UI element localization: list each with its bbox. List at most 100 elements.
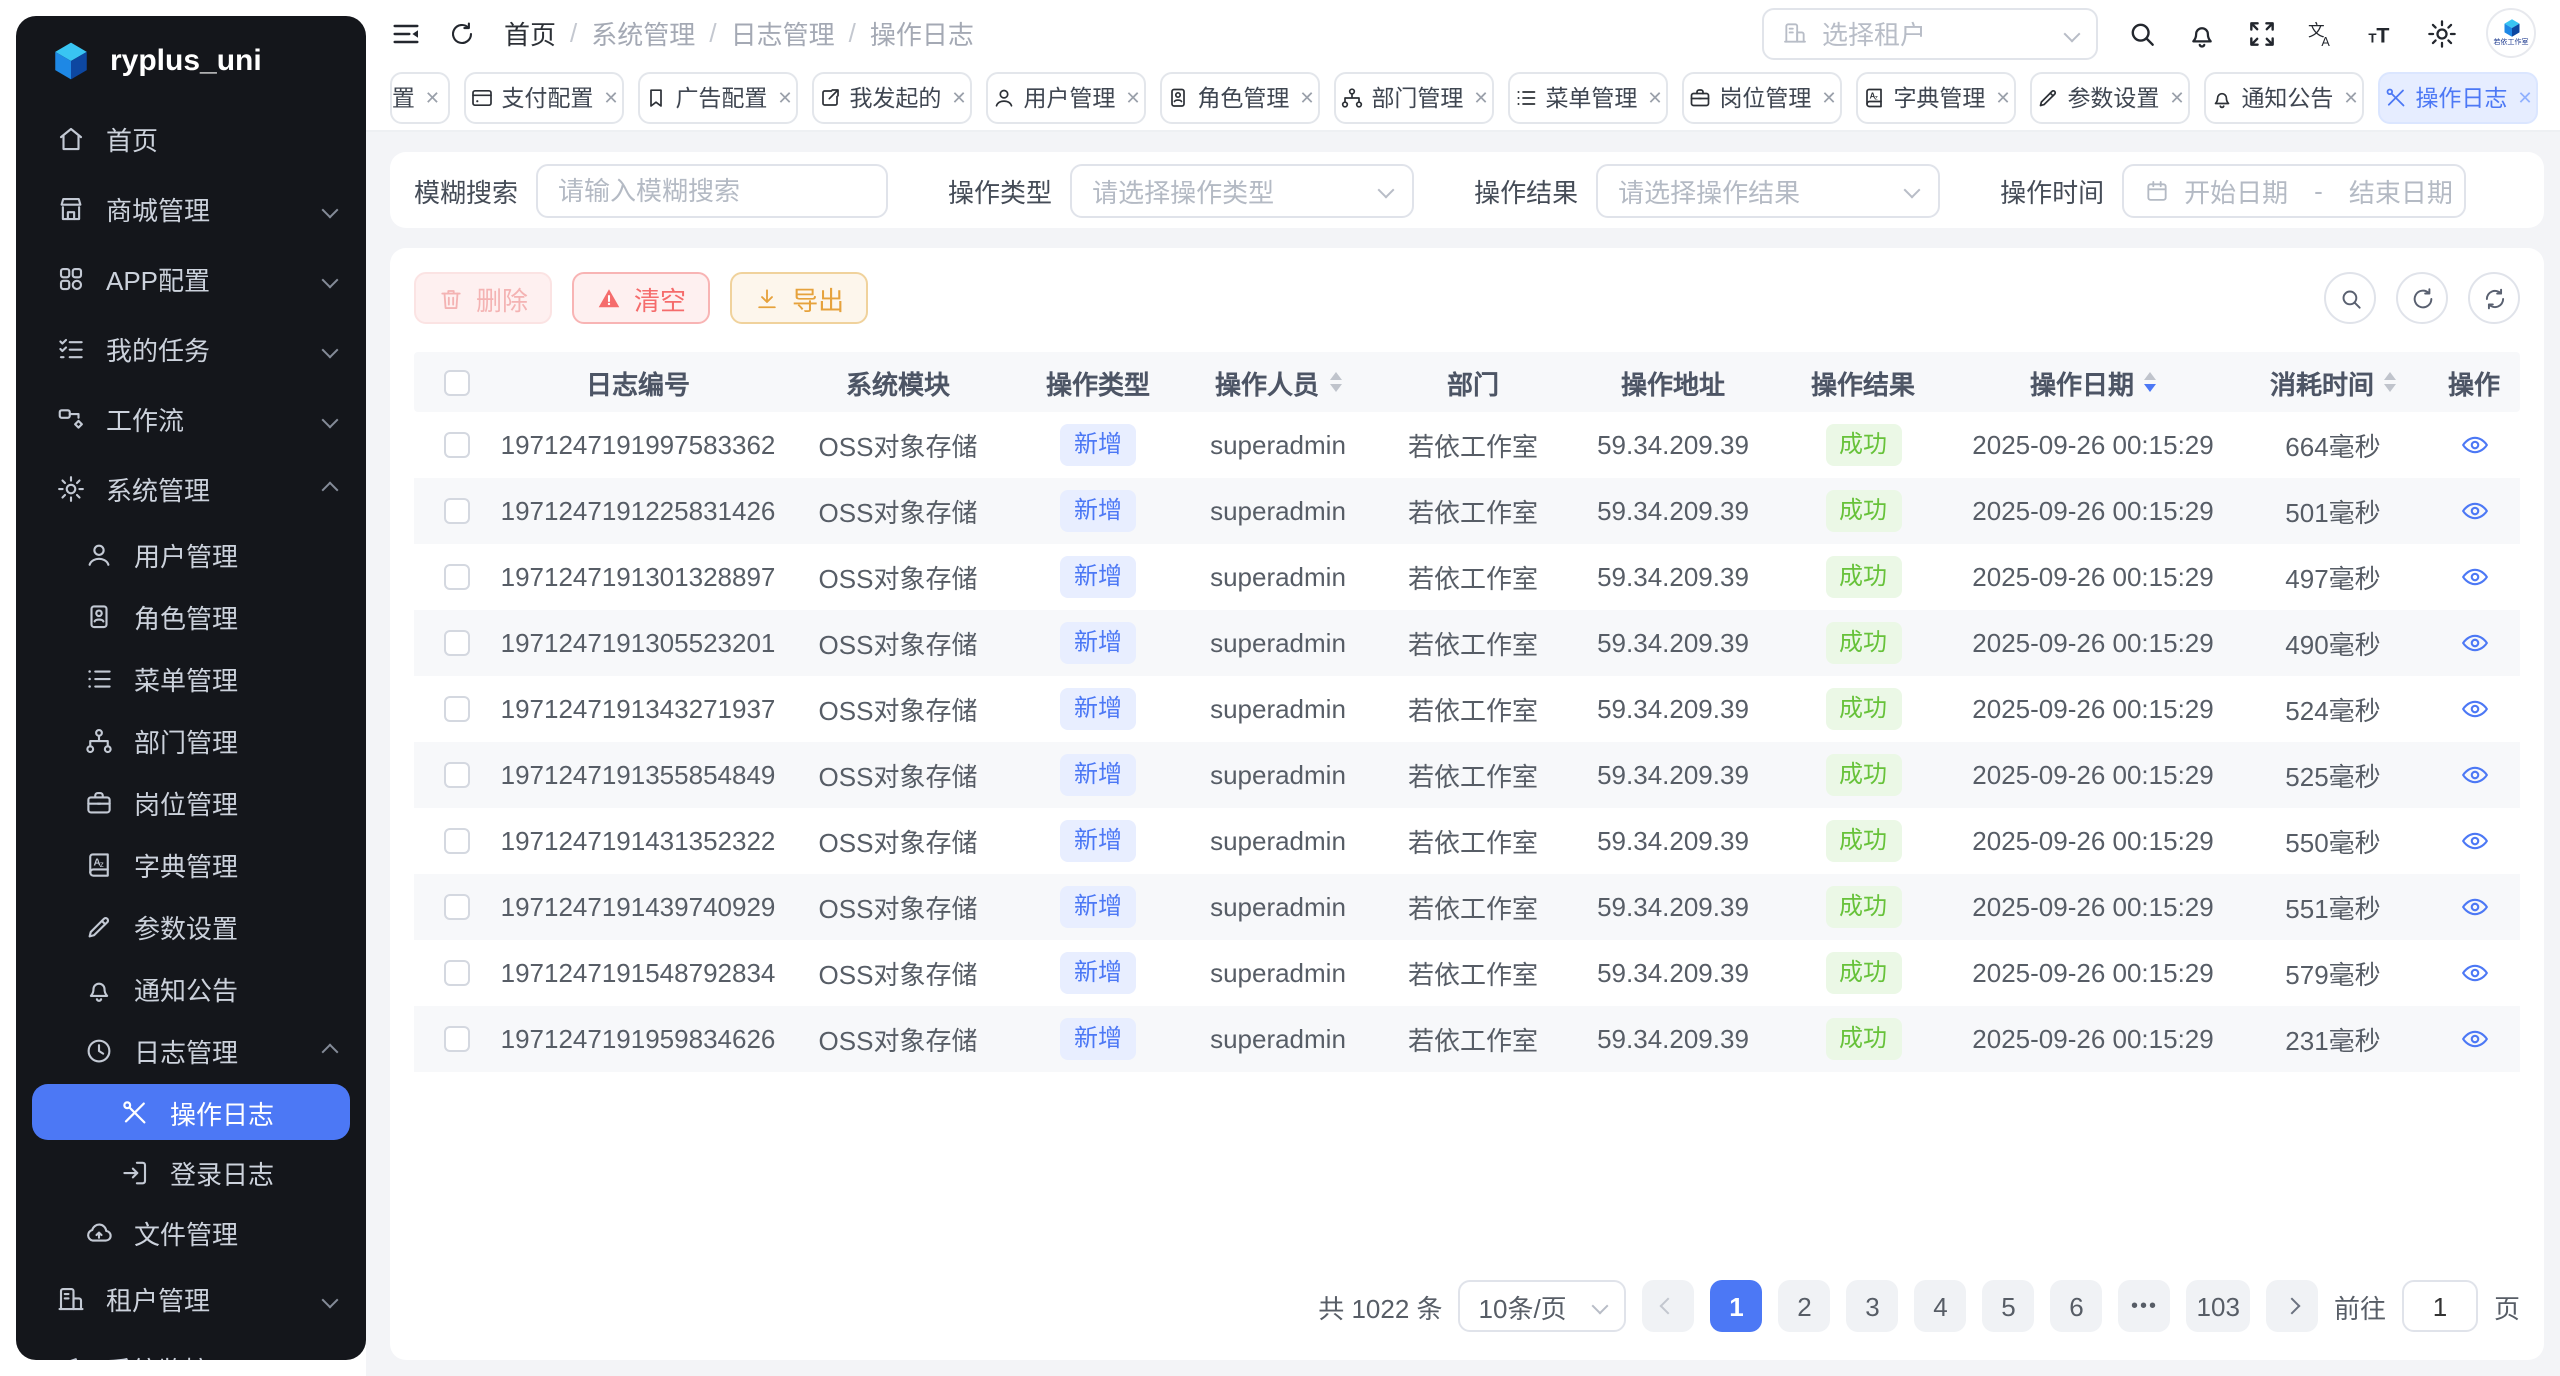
fullscreen-button[interactable] bbox=[2246, 17, 2278, 49]
sidebar-item-system[interactable]: 系统管理 bbox=[16, 454, 366, 524]
view-detail-icon[interactable] bbox=[2459, 892, 2489, 922]
view-detail-icon[interactable] bbox=[2459, 562, 2489, 592]
tab-my-initiated[interactable]: 我发起的✕ bbox=[812, 72, 972, 124]
sidebar-item-mall[interactable]: 商城管理 bbox=[16, 174, 366, 244]
delete-button[interactable]: 删除 bbox=[414, 272, 552, 324]
sort-icons[interactable] bbox=[2144, 372, 2156, 393]
row-checkbox[interactable] bbox=[443, 894, 469, 920]
close-icon[interactable]: ✕ bbox=[1821, 87, 1836, 109]
goto-page-input[interactable] bbox=[2402, 1280, 2478, 1332]
close-icon[interactable]: ✕ bbox=[2343, 87, 2358, 109]
breadcrumb-system[interactable]: 系统管理 bbox=[591, 14, 695, 52]
sidebar-item-notice[interactable]: 通知公告 bbox=[16, 958, 366, 1020]
row-checkbox[interactable] bbox=[443, 696, 469, 722]
col-operator[interactable]: 操作人员 bbox=[1178, 363, 1378, 401]
tab-user-mgmt[interactable]: 用户管理✕ bbox=[986, 72, 1146, 124]
view-detail-icon[interactable] bbox=[2459, 496, 2489, 526]
table-refresh-button[interactable] bbox=[2396, 272, 2448, 324]
table-search-toggle-button[interactable] bbox=[2324, 272, 2376, 324]
sidebar-item-system-monitor[interactable]: 系统监控 bbox=[16, 1334, 366, 1360]
page-button-5[interactable]: 5 bbox=[1983, 1280, 2035, 1332]
sidebar-item-tenant-mgmt[interactable]: 租户管理 bbox=[16, 1264, 366, 1334]
view-detail-icon[interactable] bbox=[2459, 694, 2489, 724]
view-detail-icon[interactable] bbox=[2459, 430, 2489, 460]
date-range-picker[interactable]: 开始日期 - 结束日期 bbox=[2122, 163, 2466, 217]
more-pages-button[interactable]: ••• bbox=[2119, 1280, 2171, 1332]
tab-ad-config[interactable]: 广告配置✕ bbox=[638, 72, 798, 124]
fuzzy-search-input[interactable] bbox=[536, 163, 888, 217]
sidebar-item-log-mgmt[interactable]: 日志管理 bbox=[16, 1020, 366, 1082]
view-detail-icon[interactable] bbox=[2459, 760, 2489, 790]
sort-icons[interactable] bbox=[1329, 372, 1341, 393]
sidebar-item-user-mgmt[interactable]: 用户管理 bbox=[16, 524, 366, 586]
table-sync-button[interactable] bbox=[2468, 272, 2520, 324]
tab-role-mgmt[interactable]: 角色管理✕ bbox=[1160, 72, 1320, 124]
language-button[interactable] bbox=[2306, 17, 2338, 49]
sidebar-item-login-log[interactable]: 登录日志 bbox=[16, 1142, 366, 1202]
export-button[interactable]: 导出 bbox=[730, 272, 868, 324]
sidebar-item-operation-log[interactable]: 操作日志 bbox=[32, 1084, 350, 1140]
row-checkbox[interactable] bbox=[443, 1026, 469, 1052]
page-button-103[interactable]: 103 bbox=[2187, 1280, 2250, 1332]
page-button-6[interactable]: 6 bbox=[2051, 1280, 2103, 1332]
prev-page-button[interactable] bbox=[1643, 1280, 1695, 1332]
close-icon[interactable]: ✕ bbox=[951, 87, 966, 109]
user-avatar[interactable]: 若依工作室 bbox=[2486, 8, 2536, 58]
sidebar-item-dept-mgmt[interactable]: 部门管理 bbox=[16, 710, 366, 772]
page-button-3[interactable]: 3 bbox=[1847, 1280, 1899, 1332]
sidebar-item-home[interactable]: 首页 bbox=[16, 104, 366, 174]
tenant-select[interactable]: 选择租户 bbox=[1762, 7, 2098, 59]
op-type-select[interactable]: 请选择操作类型 bbox=[1070, 163, 1414, 217]
page-button-4[interactable]: 4 bbox=[1915, 1280, 1967, 1332]
settings-button[interactable] bbox=[2426, 17, 2458, 49]
page-button-1[interactable]: 1 bbox=[1711, 1280, 1763, 1332]
notifications-button[interactable] bbox=[2186, 17, 2218, 49]
tab-dept-mgmt[interactable]: 部门管理✕ bbox=[1334, 72, 1494, 124]
refresh-page-button[interactable] bbox=[448, 19, 476, 47]
view-detail-icon[interactable] bbox=[2459, 628, 2489, 658]
close-icon[interactable]: ✕ bbox=[1473, 87, 1488, 109]
font-size-button[interactable] bbox=[2366, 17, 2398, 49]
row-checkbox[interactable] bbox=[443, 432, 469, 458]
close-icon[interactable]: ✕ bbox=[1995, 87, 2010, 109]
row-checkbox[interactable] bbox=[443, 498, 469, 524]
sidebar-item-my-tasks[interactable]: 我的任务 bbox=[16, 314, 366, 384]
close-icon[interactable]: ✕ bbox=[1647, 87, 1662, 109]
op-result-select[interactable]: 请选择操作结果 bbox=[1596, 163, 1940, 217]
view-detail-icon[interactable] bbox=[2459, 958, 2489, 988]
close-icon[interactable]: ✕ bbox=[777, 87, 792, 109]
view-detail-icon[interactable] bbox=[2459, 1024, 2489, 1054]
close-icon[interactable]: ✕ bbox=[1125, 87, 1140, 109]
tab-clipped-config[interactable]: 配置✕ bbox=[390, 72, 450, 124]
sidebar-item-param-settings[interactable]: 参数设置 bbox=[16, 896, 366, 958]
row-checkbox[interactable] bbox=[443, 564, 469, 590]
sort-icons[interactable] bbox=[2384, 372, 2396, 393]
col-duration[interactable]: 消耗时间 bbox=[2238, 363, 2428, 401]
col-date[interactable]: 操作日期 bbox=[1948, 363, 2238, 401]
row-checkbox[interactable] bbox=[443, 630, 469, 656]
sidebar-item-menu-mgmt[interactable]: 菜单管理 bbox=[16, 648, 366, 710]
sidebar-item-post-mgmt[interactable]: 岗位管理 bbox=[16, 772, 366, 834]
page-size-select[interactable]: 10条/页 bbox=[1459, 1280, 1627, 1332]
close-icon[interactable]: ✕ bbox=[2169, 87, 2184, 109]
page-button-2[interactable]: 2 bbox=[1779, 1280, 1831, 1332]
breadcrumb-home[interactable]: 首页 bbox=[504, 14, 556, 52]
sidebar-item-workflow[interactable]: 工作流 bbox=[16, 384, 366, 454]
next-page-button[interactable] bbox=[2266, 1280, 2318, 1332]
tab-payment-config[interactable]: 支付配置✕ bbox=[464, 72, 624, 124]
tab-dict-mgmt[interactable]: 字典管理✕ bbox=[1856, 72, 2016, 124]
sidebar-item-dict-mgmt[interactable]: 字典管理 bbox=[16, 834, 366, 896]
tab-post-mgmt[interactable]: 岗位管理✕ bbox=[1682, 72, 1842, 124]
clear-button[interactable]: 清空 bbox=[572, 272, 710, 324]
close-icon[interactable]: ✕ bbox=[425, 87, 440, 109]
sidebar-item-app-config[interactable]: APP配置 bbox=[16, 244, 366, 314]
row-checkbox[interactable] bbox=[443, 762, 469, 788]
sidebar-item-role-mgmt[interactable]: 角色管理 bbox=[16, 586, 366, 648]
row-checkbox[interactable] bbox=[443, 960, 469, 986]
select-all-checkbox[interactable] bbox=[443, 369, 469, 395]
tab-param-settings[interactable]: 参数设置✕ bbox=[2030, 72, 2190, 124]
breadcrumb-log[interactable]: 日志管理 bbox=[731, 14, 835, 52]
close-icon[interactable]: ✕ bbox=[1299, 87, 1314, 109]
row-checkbox[interactable] bbox=[443, 828, 469, 854]
collapse-sidebar-button[interactable] bbox=[390, 17, 422, 49]
